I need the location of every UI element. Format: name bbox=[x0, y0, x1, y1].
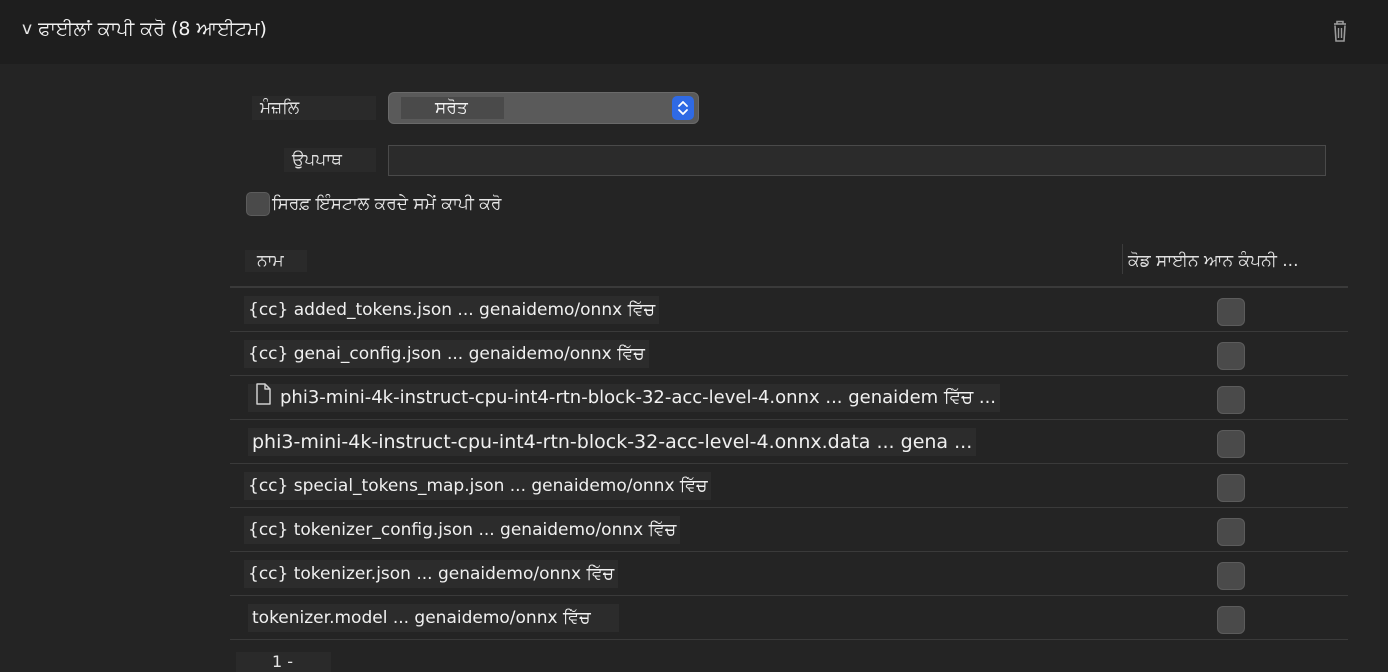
section-title-button[interactable]: v ਫਾਈਲਾਂ ਕਾਪੀ ਕਰੋ (8 ਆਈਟਮ) bbox=[22, 18, 267, 40]
file-name: phi3-mini-4k-instruct-cpu-int4-rtn-block… bbox=[280, 387, 997, 408]
code-sign-checkbox[interactable] bbox=[1217, 386, 1245, 414]
file-name: phi3-mini-4k-instruct-cpu-int4-rtn-block… bbox=[248, 428, 977, 456]
code-sign-checkbox[interactable] bbox=[1217, 606, 1245, 634]
column-divider bbox=[1122, 244, 1123, 274]
table-row[interactable]: {cc} tokenizer_config.json ... genaidemo… bbox=[230, 508, 1348, 552]
table-row[interactable]: tokenizer.model ... genaidemo/onnx ਵਿੱਚ bbox=[230, 596, 1348, 640]
table-row[interactable]: {cc} added_tokens.json ... genaidemo/onn… bbox=[230, 288, 1348, 332]
file-name: {cc} special_tokens_map.json ... genaide… bbox=[244, 472, 712, 500]
code-sign-checkbox[interactable] bbox=[1217, 430, 1245, 458]
subpath-input[interactable] bbox=[388, 145, 1326, 176]
trash-icon[interactable] bbox=[1326, 17, 1354, 45]
code-sign-checkbox[interactable] bbox=[1217, 562, 1245, 590]
code-sign-checkbox[interactable] bbox=[1217, 474, 1245, 502]
copy-files-panel: v ਫਾਈਲਾਂ ਕਾਪੀ ਕਰੋ (8 ਆਈਟਮ) ਮੰਜ਼ਲਿ ਸਰੋਤ ਉ… bbox=[0, 0, 1388, 672]
subpath-label: ਉਪਪਾਥ bbox=[284, 148, 376, 172]
select-stepper-icon[interactable] bbox=[672, 96, 694, 120]
column-header-code-sign[interactable]: ਕੋਡ ਸਾਈਨ ਆਨ ਕੰਪਨੀ ... bbox=[1124, 250, 1302, 272]
table-row[interactable]: phi3-mini-4k-instruct-cpu-int4-rtn-block… bbox=[230, 420, 1348, 464]
document-icon bbox=[252, 382, 274, 415]
section-title: ਫਾਈਲਾਂ ਕਾਪੀ ਕਰੋ (8 ਆਈਟਮ) bbox=[38, 18, 267, 40]
destination-select[interactable]: ਸਰੋਤ bbox=[388, 92, 699, 124]
file-name: {cc} tokenizer.json ... genaidemo/onnx ਵ… bbox=[244, 560, 619, 588]
file-name: tokenizer.model ... genaidemo/onnx ਵਿੱਚ bbox=[248, 604, 619, 632]
table-row[interactable]: {cc} tokenizer.json ... genaidemo/onnx ਵ… bbox=[230, 552, 1348, 596]
code-sign-checkbox[interactable] bbox=[1217, 518, 1245, 546]
table-row[interactable]: {cc} genai_config.json ... genaidemo/onn… bbox=[230, 332, 1348, 376]
install-only-row: ਸਿਰਫ਼ ਇੰਸਟਾਲ ਕਰਦੇ ਸਮੇਂ ਕਾਪੀ ਕਰੋ bbox=[246, 192, 501, 216]
destination-label: ਮੰਜ਼ਲਿ bbox=[252, 96, 376, 120]
disclosure-chevron-icon[interactable]: v bbox=[22, 19, 32, 39]
code-sign-checkbox[interactable] bbox=[1217, 298, 1245, 326]
install-only-checkbox[interactable] bbox=[246, 192, 270, 216]
column-header-name[interactable]: ਨਾਮ bbox=[245, 250, 307, 272]
pagination-label: 1 - bbox=[236, 652, 332, 672]
file-name: {cc} added_tokens.json ... genaidemo/onn… bbox=[244, 296, 660, 324]
file-name: {cc} genai_config.json ... genaidemo/onn… bbox=[244, 340, 649, 368]
table-row[interactable]: {cc} special_tokens_map.json ... genaide… bbox=[230, 464, 1348, 508]
file-name: {cc} tokenizer_config.json ... genaidemo… bbox=[244, 516, 681, 544]
destination-value: ਸਰੋਤ bbox=[401, 97, 504, 119]
file-name-cell: phi3-mini-4k-instruct-cpu-int4-rtn-block… bbox=[248, 382, 1001, 415]
table-row[interactable]: phi3-mini-4k-instruct-cpu-int4-rtn-block… bbox=[230, 376, 1348, 420]
section-header: v ਫਾਈਲਾਂ ਕਾਪੀ ਕਰੋ (8 ਆਈਟਮ) bbox=[0, 0, 1388, 64]
install-only-label: ਸਿਰਫ਼ ਇੰਸਟਾਲ ਕਰਦੇ ਸਮੇਂ ਕਾਪੀ ਕਰੋ bbox=[272, 194, 502, 214]
code-sign-checkbox[interactable] bbox=[1217, 342, 1245, 370]
